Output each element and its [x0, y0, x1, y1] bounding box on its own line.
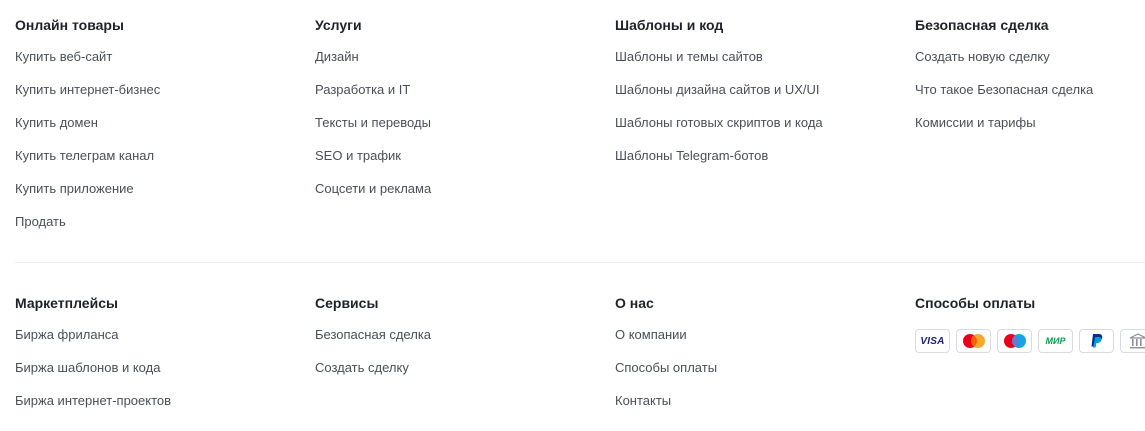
footer-link[interactable]: Разработка и IT [315, 82, 410, 97]
footer-link-buy-telegram-channel[interactable]: Купить телеграм канал [15, 147, 305, 180]
column-title-tools: Сервисы [315, 295, 379, 311]
footer-link[interactable]: Шаблоны дизайна сайтов и UX/UI [615, 82, 820, 97]
link-list: Биржа фриланса Биржа шаблонов и кода Бир… [15, 326, 305, 425]
footer-link-about-company[interactable]: О компании [615, 326, 905, 359]
mastercard-logo [962, 334, 985, 348]
column-title-payment-methods: Способы оплаты [915, 295, 1036, 311]
link-list: Создать новую сделку Что такое Безопасна… [915, 48, 1145, 147]
footer-link[interactable]: Дизайн [315, 49, 359, 64]
column-title-services: Услуги [315, 17, 362, 33]
column-title-online-goods: Онлайн товары [15, 17, 124, 33]
footer-link-contacts[interactable]: Контакты [615, 392, 905, 425]
paypal-logo [1091, 334, 1102, 348]
footer-link-payment-methods[interactable]: Способы оплаты [615, 359, 905, 392]
footer-link[interactable]: Купить домен [15, 115, 98, 130]
footer-column-services: Услуги Дизайн Разработка и IT Тексты и п… [315, 15, 605, 213]
visa-icon: VISA [915, 329, 950, 353]
footer-column-safe-deal: Безопасная сделка Создать новую сделку Ч… [915, 15, 1145, 147]
mastercard-icon [956, 329, 991, 353]
footer-link-design-templates[interactable]: Шаблоны дизайна сайтов и UX/UI [615, 81, 905, 114]
footer-column-payment-methods: Способы оплаты VISA МИР [915, 293, 1145, 353]
footer-link-freelance-exchange[interactable]: Биржа фриланса [15, 326, 305, 359]
footer-link[interactable]: Создать новую сделку [915, 49, 1050, 64]
link-list: Купить веб-сайт Купить интернет-бизнес К… [15, 48, 305, 246]
footer-link[interactable]: Соцсети и реклама [315, 181, 431, 196]
paypal-icon [1079, 329, 1114, 353]
column-title-marketplaces: Маркетплейсы [15, 295, 118, 311]
footer-link-design[interactable]: Дизайн [315, 48, 605, 81]
footer-link[interactable]: Тексты и переводы [315, 115, 431, 130]
footer-link-what-is-safe-deal[interactable]: Что такое Безопасная сделка [915, 81, 1145, 114]
footer-link-create-deal-short[interactable]: Создать сделку [315, 359, 605, 392]
column-title-about: О нас [615, 295, 654, 311]
footer-link[interactable]: Купить интернет-бизнес [15, 82, 160, 97]
footer-column-templates-code: Шаблоны и код Шаблоны и темы сайтов Шабл… [615, 15, 905, 180]
footer-link[interactable]: Биржа интернет-проектов [15, 393, 171, 408]
footer-link-site-templates[interactable]: Шаблоны и темы сайтов [615, 48, 905, 81]
footer-link-templates-exchange[interactable]: Биржа шаблонов и кода [15, 359, 305, 392]
footer-link-safe-deal[interactable]: Безопасная сделка [315, 326, 605, 359]
footer-column-tools: Сервисы Безопасная сделка Создать сделку [315, 293, 605, 392]
footer-link-buy-internet-business[interactable]: Купить интернет-бизнес [15, 81, 305, 114]
link-list: О компании Способы оплаты Контакты [615, 326, 905, 425]
footer-link[interactable]: Биржа шаблонов и кода [15, 360, 160, 375]
footer-link-development-it[interactable]: Разработка и IT [315, 81, 605, 114]
footer-link-fees-tariffs[interactable]: Комиссии и тарифы [915, 114, 1145, 147]
visa-label: VISA [920, 335, 945, 347]
footer-link-social-ads[interactable]: Соцсети и реклама [315, 180, 605, 213]
bank-building-glyph [1129, 333, 1145, 349]
footer-link[interactable]: Шаблоны и темы сайтов [615, 49, 763, 64]
mir-icon: МИР [1038, 329, 1073, 353]
column-title-safe-deal: Безопасная сделка [915, 17, 1049, 33]
footer-link[interactable]: Создать сделку [315, 360, 409, 375]
footer-link-buy-website[interactable]: Купить веб-сайт [15, 48, 305, 81]
footer-column-online-goods: Онлайн товары Купить веб-сайт Купить инт… [15, 15, 305, 246]
footer-link-telegram-bot-templates[interactable]: Шаблоны Telegram-ботов [615, 147, 905, 180]
footer-link-script-templates[interactable]: Шаблоны готовых скриптов и кода [615, 114, 905, 147]
bank-icon [1120, 329, 1145, 353]
footer-link[interactable]: Продать [15, 214, 66, 229]
footer-link-seo-traffic[interactable]: SEO и трафик [315, 147, 605, 180]
footer-link[interactable]: Безопасная сделка [315, 327, 431, 342]
footer-link[interactable]: Способы оплаты [615, 360, 717, 375]
footer-link-projects-exchange[interactable]: Биржа интернет-проектов [15, 392, 305, 425]
footer-link[interactable]: О компании [615, 327, 687, 342]
footer-link-texts-translations[interactable]: Тексты и переводы [315, 114, 605, 147]
maestro-logo [1003, 334, 1026, 348]
footer-column-about: О нас О компании Способы оплаты Контакты [615, 293, 905, 425]
footer-link[interactable]: Шаблоны готовых скриптов и кода [615, 115, 823, 130]
footer-link-buy-app[interactable]: Купить приложение [15, 180, 305, 213]
footer-link-buy-domain[interactable]: Купить домен [15, 114, 305, 147]
footer-link[interactable]: SEO и трафик [315, 148, 401, 163]
mir-label: МИР [1045, 336, 1066, 346]
maestro-icon [997, 329, 1032, 353]
link-list: Шаблоны и темы сайтов Шаблоны дизайна са… [615, 48, 905, 180]
footer-link-sell[interactable]: Продать [15, 213, 305, 246]
footer-link[interactable]: Что такое Безопасная сделка [915, 82, 1093, 97]
footer-link[interactable]: Контакты [615, 393, 671, 408]
footer-column-marketplaces: Маркетплейсы Биржа фриланса Биржа шаблон… [15, 293, 305, 425]
footer-link[interactable]: Купить приложение [15, 181, 134, 196]
column-title-templates-code: Шаблоны и код [615, 17, 724, 33]
footer-link[interactable]: Купить телеграм канал [15, 148, 154, 163]
link-list: Безопасная сделка Создать сделку [315, 326, 605, 392]
footer-divider [15, 262, 1145, 263]
payment-methods-row: VISA МИР [915, 329, 1145, 353]
footer-link[interactable]: Купить веб-сайт [15, 49, 112, 64]
link-list: Дизайн Разработка и IT Тексты и переводы… [315, 48, 605, 213]
footer-link[interactable]: Комиссии и тарифы [915, 115, 1036, 130]
footer-link-create-deal[interactable]: Создать новую сделку [915, 48, 1145, 81]
footer-link[interactable]: Биржа фриланса [15, 327, 118, 342]
footer-link[interactable]: Шаблоны Telegram-ботов [615, 148, 768, 163]
